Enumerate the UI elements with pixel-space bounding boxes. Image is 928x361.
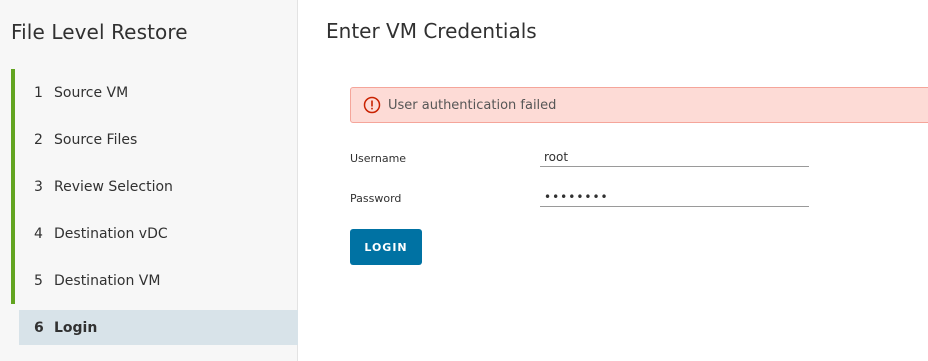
step-login[interactable]: 6 Login <box>19 310 298 345</box>
file-level-restore-wizard: File Level Restore 1 Source VM 2 Source … <box>0 0 928 361</box>
error-alert: User authentication failed <box>350 87 928 123</box>
step-number: 2 <box>34 131 43 148</box>
step-label: Destination VM <box>54 272 161 289</box>
step-number: 4 <box>34 225 43 242</box>
password-input[interactable] <box>540 187 809 207</box>
step-complete-indicator <box>11 210 15 257</box>
page-title: Enter VM Credentials <box>326 19 537 43</box>
step-label: Source VM <box>54 84 129 101</box>
wizard-sidebar: File Level Restore 1 Source VM 2 Source … <box>0 0 298 361</box>
wizard-title: File Level Restore <box>11 20 188 44</box>
step-destination-vdc[interactable]: 4 Destination vDC <box>0 210 298 257</box>
step-source-files[interactable]: 2 Source Files <box>0 116 298 163</box>
login-button[interactable]: LOGIN <box>350 229 422 265</box>
step-label: Destination vDC <box>54 225 168 242</box>
step-number: 6 <box>34 319 44 336</box>
step-review-selection[interactable]: 3 Review Selection <box>0 163 298 210</box>
step-complete-indicator <box>11 116 15 163</box>
step-destination-vm[interactable]: 5 Destination VM <box>0 257 298 304</box>
password-label: Password <box>350 192 402 205</box>
step-complete-indicator <box>11 69 15 116</box>
step-label: Source Files <box>54 131 138 148</box>
step-source-vm[interactable]: 1 Source VM <box>0 69 298 116</box>
step-number: 3 <box>34 178 43 195</box>
error-circle-icon <box>363 96 381 114</box>
step-label: Login <box>54 319 98 336</box>
step-label: Review Selection <box>54 178 173 195</box>
step-complete-indicator <box>11 163 15 210</box>
step-complete-indicator <box>11 257 15 304</box>
alert-message: User authentication failed <box>388 98 557 113</box>
step-number: 1 <box>34 84 43 101</box>
step-number: 5 <box>34 272 43 289</box>
username-label: Username <box>350 152 407 165</box>
wizard-steps: 1 Source VM 2 Source Files 3 Review Sele… <box>0 69 298 345</box>
username-input[interactable] <box>540 147 809 167</box>
